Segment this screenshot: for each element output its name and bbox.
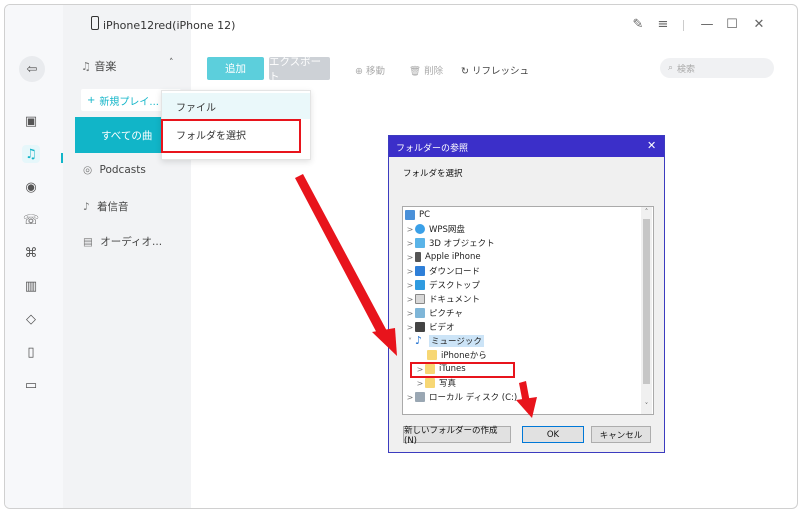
- arrow-head-long: [372, 328, 397, 356]
- arrow-shaft-long: [295, 174, 388, 337]
- arrow-head-short: [516, 397, 537, 418]
- annotation-arrows: [295, 174, 537, 418]
